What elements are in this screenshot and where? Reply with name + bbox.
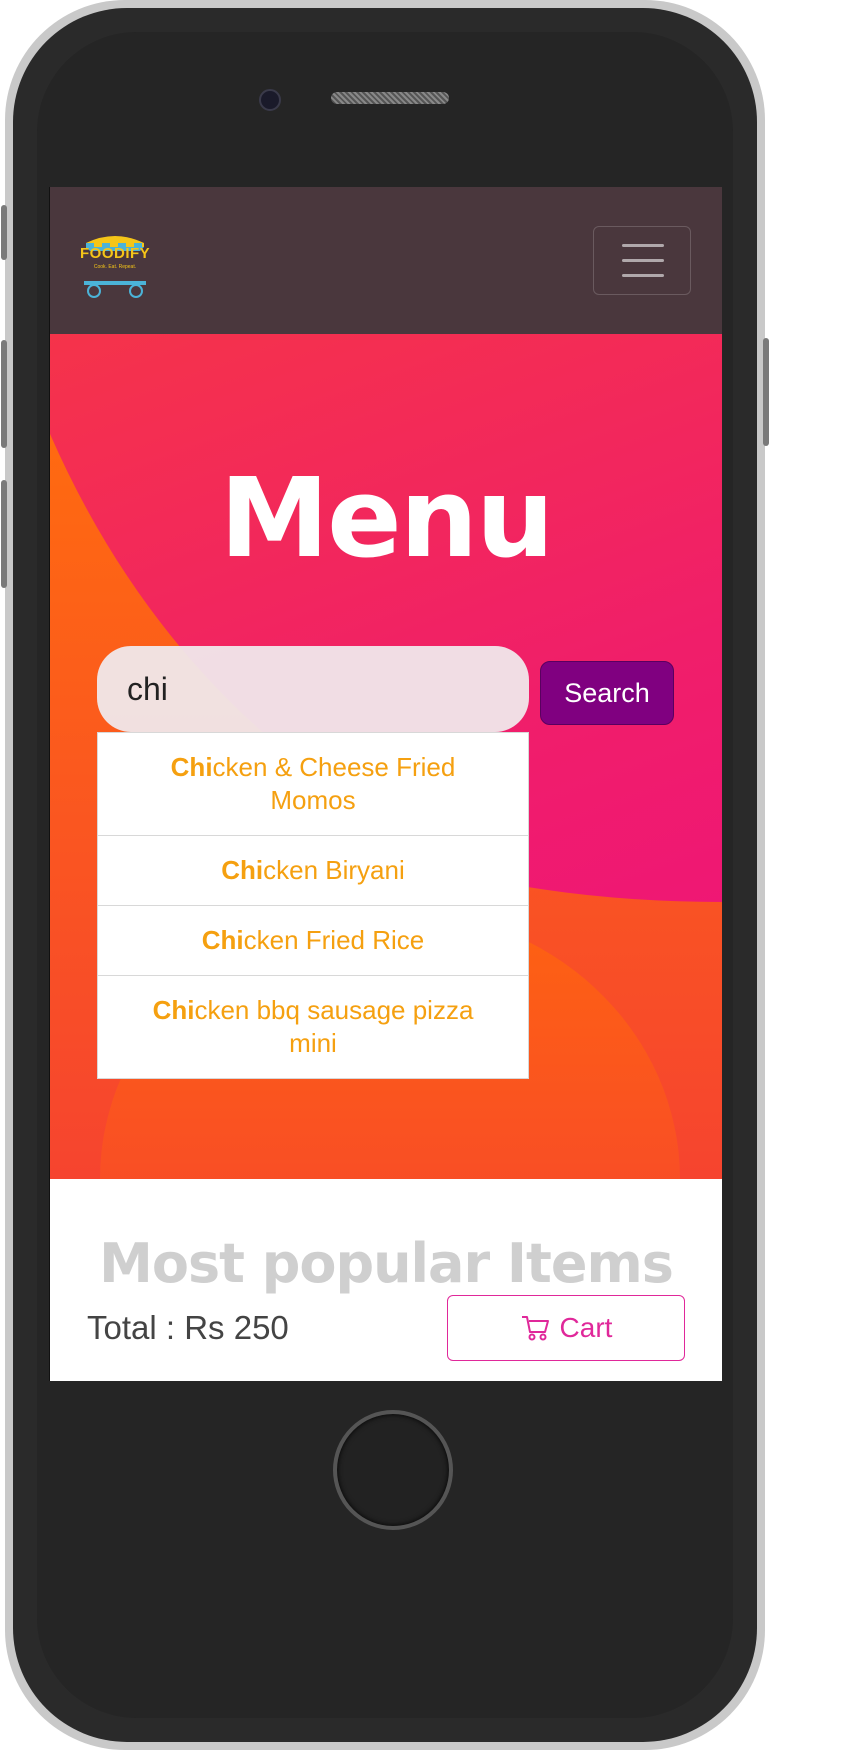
suggestion-match: Chi	[221, 855, 264, 885]
hamburger-line-icon	[622, 274, 664, 277]
suggestion-item[interactable]: Chicken bbq sausage pizza mini	[98, 976, 528, 1078]
hamburger-menu-button[interactable]	[593, 226, 691, 295]
hamburger-line-icon	[622, 244, 664, 247]
suggestion-item[interactable]: Chicken & Cheese Fried Momos	[98, 733, 528, 836]
section-title: Most popular Items	[99, 1232, 674, 1295]
search-button[interactable]: Search	[540, 661, 674, 725]
suggestion-rest: cken Fried Rice	[243, 925, 425, 955]
brand-tagline: Cook. Eat. Repeat.	[93, 264, 137, 270]
page-title: Menu	[219, 454, 555, 582]
foodify-logo[interactable]: FOODIFY Cook. Eat. Repeat.	[80, 231, 150, 301]
volume-up-button	[1, 340, 7, 448]
cart-button-label: Cart	[559, 1312, 613, 1343]
cart-button[interactable]: Cart	[447, 1295, 685, 1361]
mute-switch	[1, 205, 7, 260]
suggestion-match: Chi	[201, 925, 244, 955]
suggestion-item[interactable]: Chicken Biryani	[98, 836, 528, 906]
suggestion-match: Chi	[152, 995, 195, 1025]
navbar: FOODIFY Cook. Eat. Repeat.	[50, 187, 722, 334]
front-camera	[259, 89, 281, 111]
power-button	[763, 338, 769, 446]
hero-section: Menu Search Chicken & Cheese Fried Momos…	[50, 334, 722, 1179]
suggestion-rest: cken Biryani	[263, 855, 405, 885]
screen: FOODIFY Cook. Eat. Repeat. Menu chi Sear…	[49, 187, 722, 1381]
earpiece-speaker	[331, 92, 449, 104]
cart-icon	[521, 1316, 549, 1341]
cart-total: Total : Rs 250	[87, 1309, 289, 1346]
suggestion-rest: cken bbq sausage pizza mini	[194, 995, 474, 1058]
search-suggestions: Chicken & Cheese Fried Momos Chicken Bir…	[97, 732, 529, 1079]
search-input[interactable]	[97, 646, 529, 732]
hamburger-line-icon	[622, 259, 664, 262]
suggestion-rest: cken & Cheese Fried Momos	[212, 752, 456, 815]
suggestion-match: Chi	[170, 752, 213, 782]
brand-name: FOODIFY	[80, 245, 151, 262]
suggestion-item[interactable]: Chicken Fried Rice	[98, 906, 528, 976]
volume-down-button	[1, 480, 7, 588]
home-button[interactable]	[333, 1410, 453, 1530]
